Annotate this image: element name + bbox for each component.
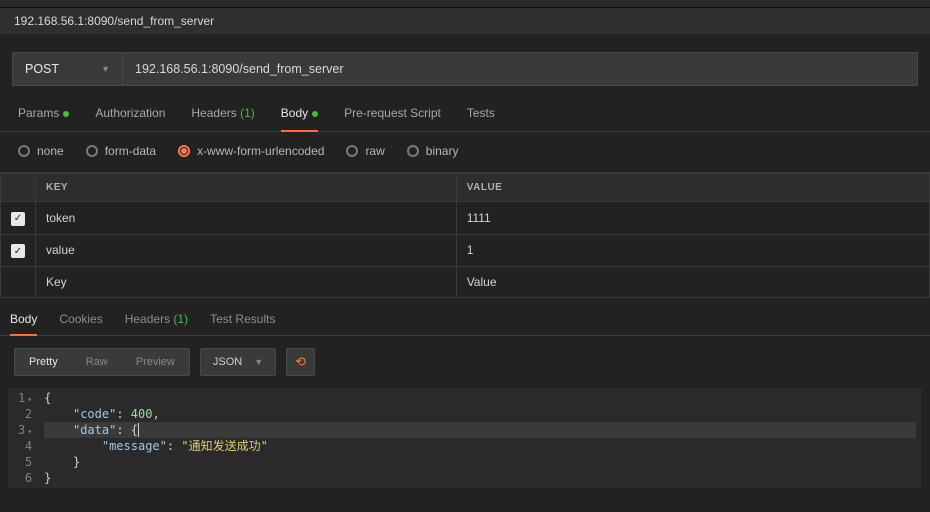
param-key-placeholder[interactable]: Key bbox=[36, 267, 457, 298]
request-builder: POST ▼ bbox=[12, 52, 918, 86]
response-toolbar: Pretty Raw Preview JSON ▼ ⟲ bbox=[0, 336, 930, 388]
line-gutter: 1 2 3 4 5 6 bbox=[8, 388, 38, 488]
table-row-empty[interactable]: Key Value bbox=[1, 267, 930, 298]
param-key-cell[interactable]: token bbox=[36, 202, 457, 235]
body-type-selector: none form-data x-www-form-urlencoded raw… bbox=[0, 132, 930, 173]
http-method-label: POST bbox=[25, 62, 59, 76]
resp-tab-body[interactable]: Body bbox=[10, 312, 37, 336]
param-value-cell[interactable]: 1111 bbox=[456, 202, 929, 235]
resp-tab-test-results[interactable]: Test Results bbox=[210, 312, 275, 335]
chevron-down-icon: ▼ bbox=[254, 357, 263, 367]
view-mode-preview[interactable]: Preview bbox=[122, 349, 189, 375]
request-title-text: 192.168.56.1:8090/send_from_server bbox=[14, 14, 214, 28]
request-tab-title[interactable]: 192.168.56.1:8090/send_from_server bbox=[0, 8, 930, 34]
response-body-viewer[interactable]: 1 2 3 4 5 6 { "code": 400, "data": {​ "m… bbox=[8, 388, 922, 488]
radio-icon bbox=[178, 145, 190, 157]
tab-params[interactable]: Params bbox=[18, 106, 69, 131]
body-type-form-data[interactable]: form-data bbox=[86, 144, 156, 158]
response-section-tabs: Body Cookies Headers (1) Test Results bbox=[0, 298, 930, 336]
body-type-none[interactable]: none bbox=[18, 144, 64, 158]
tab-authorization[interactable]: Authorization bbox=[95, 106, 165, 131]
column-checkbox bbox=[1, 174, 36, 202]
response-format-select[interactable]: JSON ▼ bbox=[200, 348, 276, 376]
wrap-lines-button[interactable]: ⟲ bbox=[286, 348, 315, 376]
tab-prerequest[interactable]: Pre-request Script bbox=[344, 106, 441, 131]
body-params-table: KEY VALUE ✓ token 1111 ✓ value 1 Key Val… bbox=[0, 173, 930, 298]
tab-body[interactable]: Body bbox=[281, 106, 318, 132]
radio-icon bbox=[86, 145, 98, 157]
wrap-icon: ⟲ bbox=[295, 354, 306, 369]
status-dot-icon bbox=[63, 111, 69, 117]
resp-tab-headers[interactable]: Headers (1) bbox=[125, 312, 188, 335]
chevron-down-icon: ▼ bbox=[101, 64, 110, 74]
code-content[interactable]: { "code": 400, "data": {​ "message": "通知… bbox=[38, 388, 922, 488]
table-row[interactable]: ✓ token 1111 bbox=[1, 202, 930, 235]
radio-icon bbox=[18, 145, 30, 157]
tab-headers[interactable]: Headers (1) bbox=[191, 106, 254, 131]
row-checkbox[interactable]: ✓ bbox=[11, 212, 25, 226]
view-mode-pretty[interactable]: Pretty bbox=[15, 349, 72, 375]
column-key: KEY bbox=[36, 174, 457, 202]
param-value-placeholder[interactable]: Value bbox=[456, 267, 929, 298]
radio-icon bbox=[407, 145, 419, 157]
radio-icon bbox=[346, 145, 358, 157]
http-method-select[interactable]: POST ▼ bbox=[13, 53, 123, 85]
resp-tab-cookies[interactable]: Cookies bbox=[59, 312, 102, 335]
status-dot-icon bbox=[312, 111, 318, 117]
body-type-urlencoded[interactable]: x-www-form-urlencoded bbox=[178, 144, 324, 158]
headers-count-badge: (1) bbox=[240, 106, 255, 120]
param-value-cell[interactable]: 1 bbox=[456, 234, 929, 267]
resp-headers-count-badge: (1) bbox=[173, 312, 188, 326]
table-row[interactable]: ✓ value 1 bbox=[1, 234, 930, 267]
param-key-cell[interactable]: value bbox=[36, 234, 457, 267]
tab-tests[interactable]: Tests bbox=[467, 106, 495, 131]
column-value: VALUE bbox=[456, 174, 929, 202]
body-type-binary[interactable]: binary bbox=[407, 144, 459, 158]
view-mode-raw[interactable]: Raw bbox=[72, 349, 122, 375]
body-type-raw[interactable]: raw bbox=[346, 144, 384, 158]
request-url-input[interactable] bbox=[123, 53, 917, 85]
view-mode-group: Pretty Raw Preview bbox=[14, 348, 190, 376]
request-section-tabs: Params Authorization Headers (1) Body Pr… bbox=[0, 86, 930, 132]
row-checkbox[interactable]: ✓ bbox=[11, 244, 25, 258]
